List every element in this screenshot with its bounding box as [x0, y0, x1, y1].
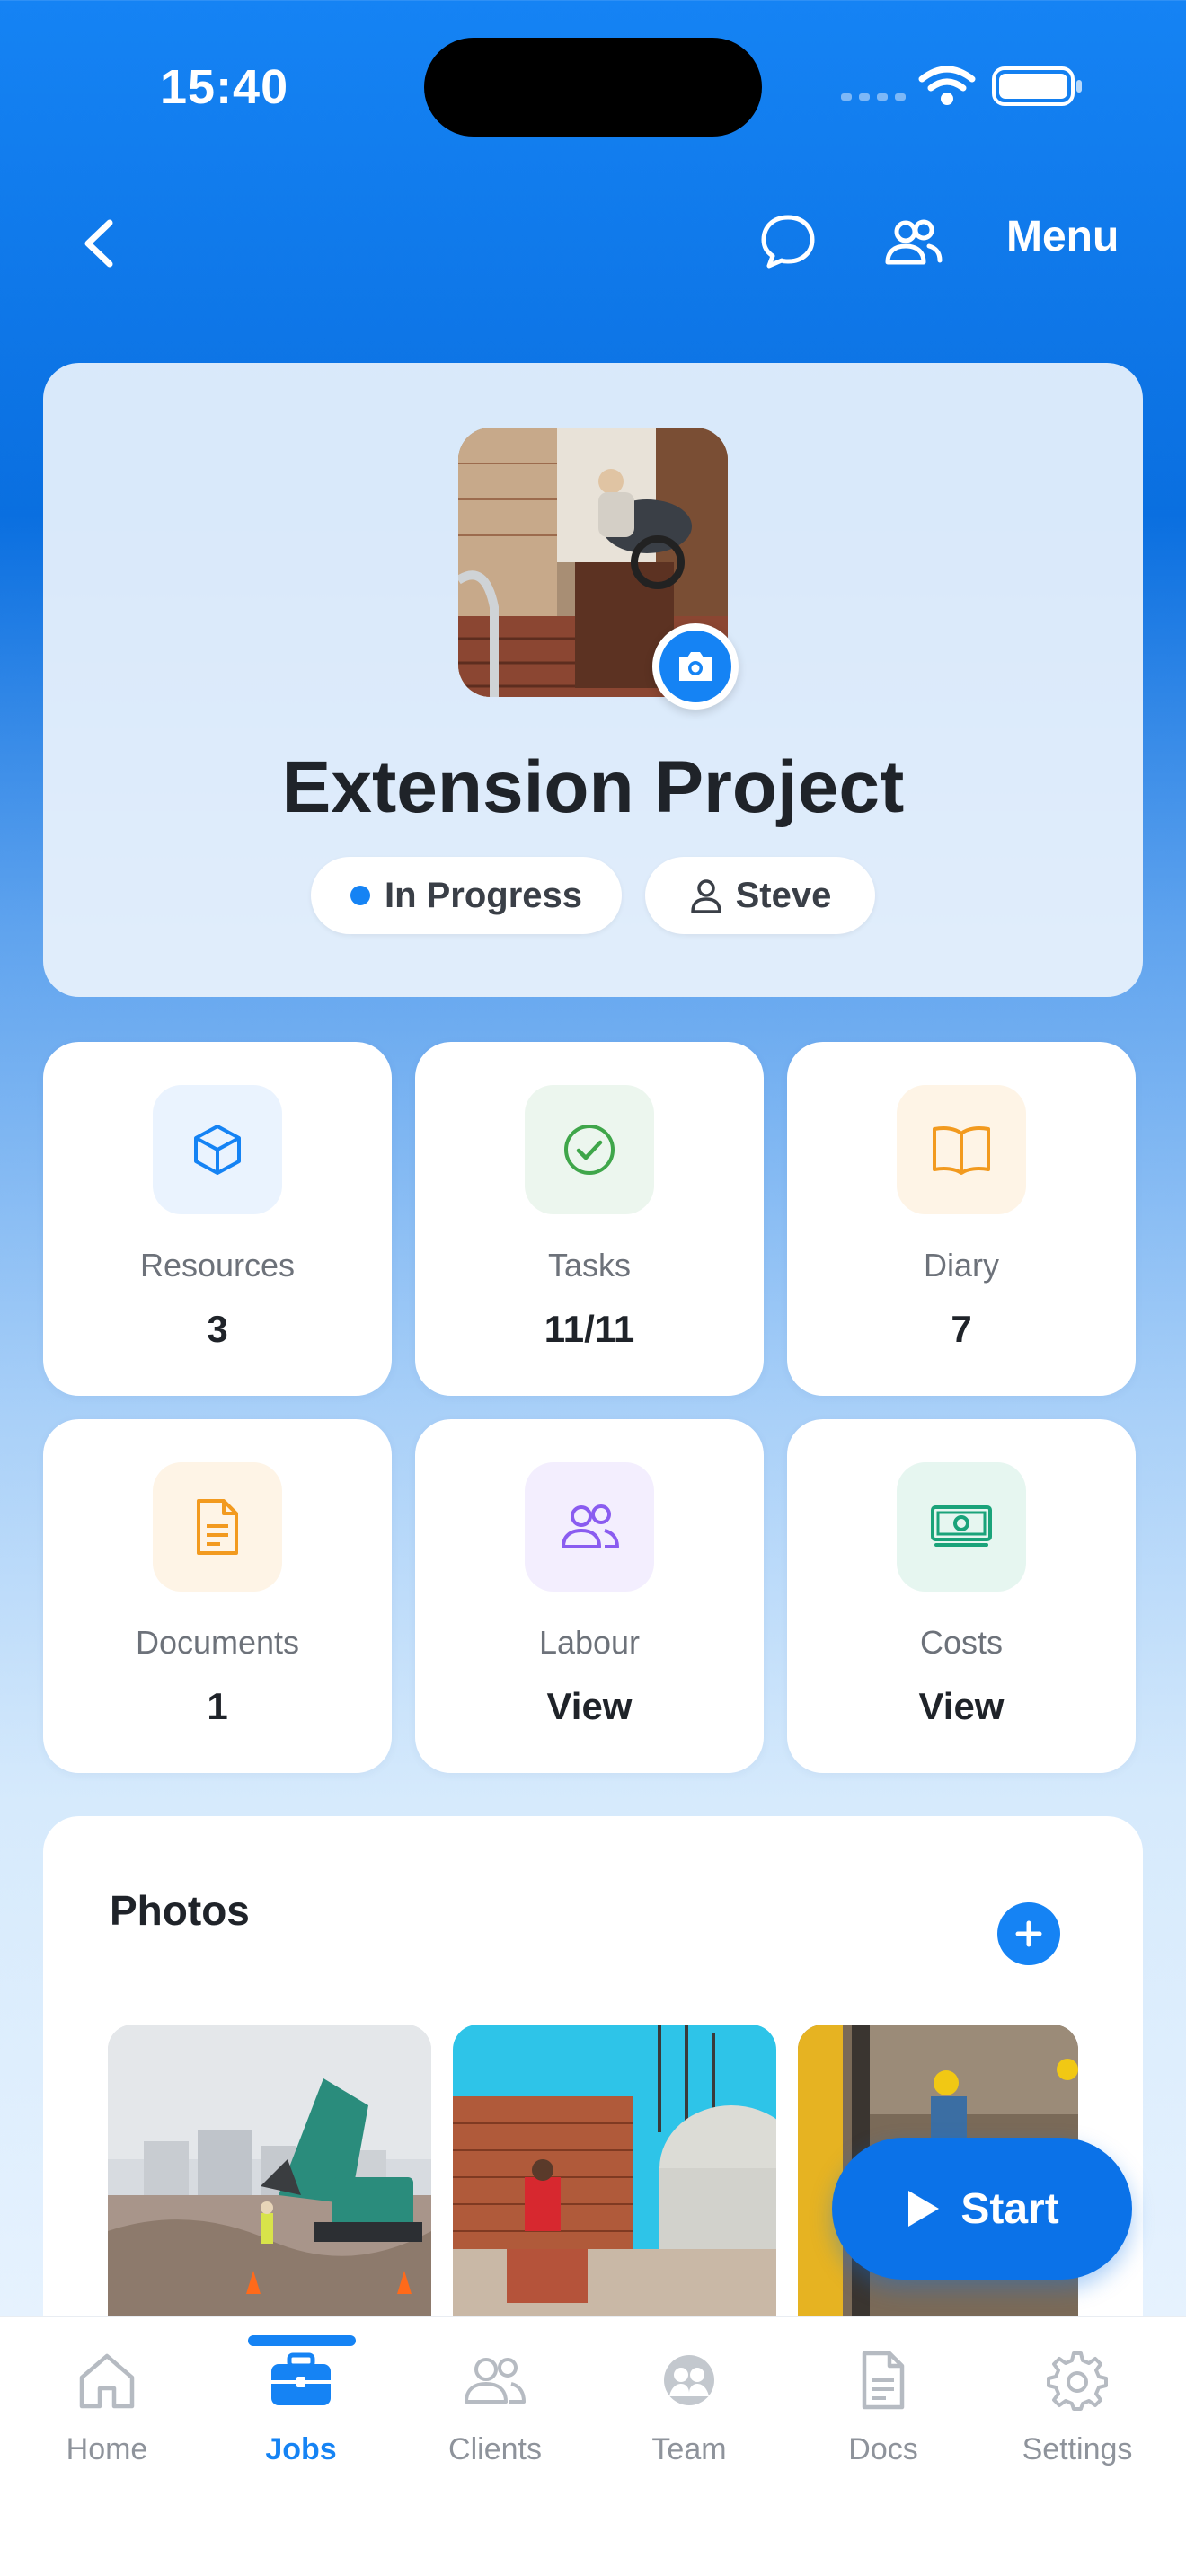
status-label: In Progress [384, 875, 583, 915]
tile-label: Labour [538, 1624, 641, 1661]
chevron-left-icon[interactable] [74, 212, 128, 275]
tile-label: Diary [923, 1247, 999, 1284]
book-icon [933, 1126, 990, 1175]
status-dot [350, 886, 370, 905]
tab-label: Home [66, 2432, 148, 2466]
tile-icon-box [153, 1085, 282, 1214]
tab-team[interactable]: Team [604, 2339, 774, 2483]
tile-value: View [546, 1685, 633, 1727]
photos-title: Photos [110, 1887, 250, 1934]
tile-value: 11/11 [544, 1308, 635, 1350]
plus-icon [1015, 1920, 1042, 1947]
tile-icon-box [525, 1462, 654, 1592]
tile-value: 3 [207, 1308, 228, 1350]
signal-icon [841, 93, 906, 101]
tile-resources[interactable]: Resources 3 [43, 1042, 392, 1396]
home-icon [79, 2353, 135, 2409]
play-icon [908, 2191, 940, 2227]
cube-icon [194, 1125, 241, 1175]
tab-jobs[interactable]: Jobs [216, 2339, 386, 2483]
photo-thumbnail[interactable] [453, 2025, 776, 2321]
wifi-icon [918, 66, 976, 105]
photo-thumbnail[interactable] [108, 2025, 431, 2321]
camera-icon [679, 652, 712, 681]
tile-label: Documents [135, 1624, 300, 1661]
tile-diary[interactable]: Diary 7 [787, 1042, 1136, 1396]
document-icon [197, 1499, 238, 1555]
tile-value: 7 [951, 1308, 972, 1350]
tile-labour[interactable]: Labour View [415, 1419, 764, 1773]
status-bar: 15:40 [0, 0, 1186, 171]
tile-costs[interactable]: Costs View [787, 1419, 1136, 1773]
tab-label: Clients [448, 2432, 542, 2466]
people-icon [465, 2358, 526, 2404]
tile-label: Costs [919, 1624, 1004, 1661]
dynamic-island [424, 38, 762, 137]
tab-docs[interactable]: Docs [798, 2339, 969, 2483]
check-circle-icon [564, 1125, 615, 1175]
tab-settings[interactable]: Settings [992, 2339, 1163, 2483]
tile-label: Resources [139, 1247, 296, 1284]
tab-home[interactable]: Home [22, 2339, 192, 2483]
tile-value: View [918, 1685, 1005, 1727]
owner-badge[interactable]: Steve [645, 857, 875, 934]
tile-tasks[interactable]: Tasks 11/11 [415, 1042, 764, 1396]
tile-documents[interactable]: Documents 1 [43, 1419, 392, 1773]
tile-label: Tasks [547, 1247, 632, 1284]
tile-icon-box [525, 1085, 654, 1214]
tile-icon-box [897, 1085, 1026, 1214]
status-time: 15:40 [160, 60, 289, 114]
status-badge[interactable]: In Progress [311, 857, 622, 934]
start-button[interactable]: Start [832, 2138, 1132, 2280]
tile-icon-box [153, 1462, 282, 1592]
tab-label: Docs [848, 2432, 918, 2466]
owner-name: Steve [735, 875, 832, 915]
people-icon [562, 1504, 619, 1548]
photo-excavator-image [108, 2025, 431, 2321]
gear-icon [1047, 2351, 1108, 2411]
tab-label: Jobs [265, 2432, 337, 2466]
cash-icon [931, 1505, 992, 1547]
tile-icon-box [897, 1462, 1026, 1592]
add-photo-button[interactable] [997, 1902, 1060, 1965]
project-title: Extension Project [281, 746, 905, 828]
team-icon [664, 2355, 714, 2405]
chat-bubble-icon[interactable] [758, 212, 818, 271]
people-icon[interactable] [882, 216, 943, 269]
photo-brickwork-image [453, 2025, 776, 2321]
battery-icon [992, 66, 1082, 106]
briefcase-icon [271, 2352, 331, 2405]
tab-label: Settings [1022, 2432, 1133, 2466]
camera-button[interactable] [652, 623, 739, 710]
tile-value: 1 [207, 1685, 228, 1727]
document-icon [862, 2351, 905, 2410]
tab-label: Team [651, 2432, 727, 2466]
start-button-label: Start [960, 2184, 1059, 2233]
tab-clients[interactable]: Clients [410, 2339, 580, 2483]
menu-button[interactable]: Menu [1006, 212, 1119, 261]
person-icon [690, 879, 721, 913]
